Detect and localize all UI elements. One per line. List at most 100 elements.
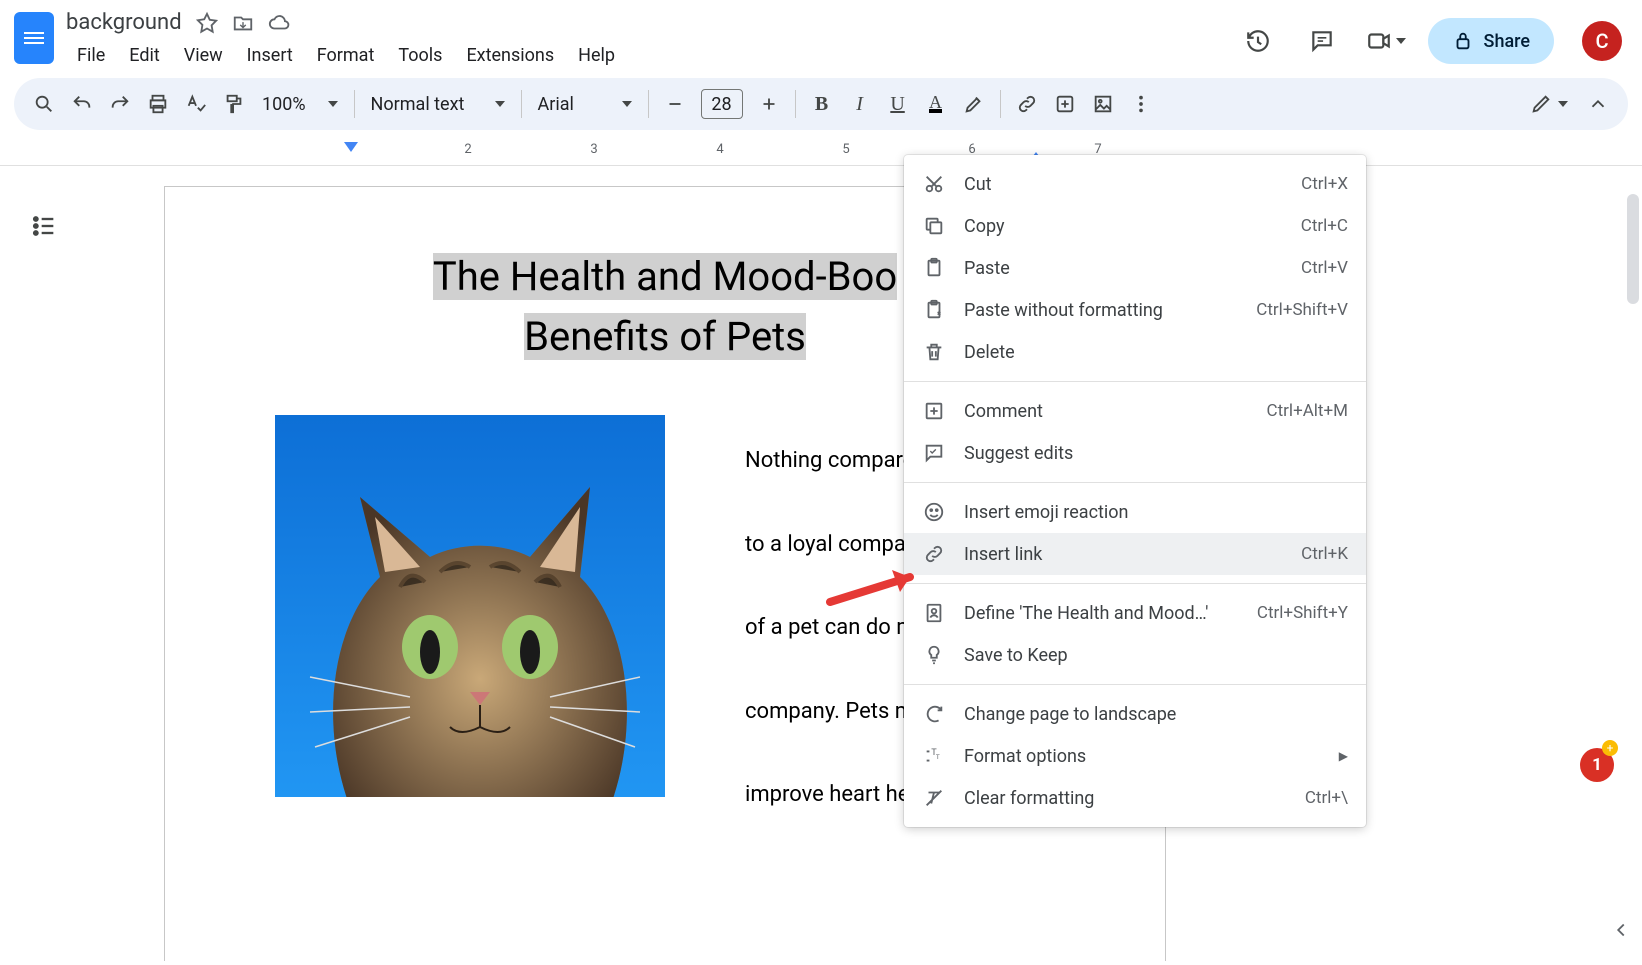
context-menu-item-comment[interactable]: CommentCtrl+Alt+M: [904, 390, 1366, 432]
context-menu-item-clear-fmt[interactable]: Clear formattingCtrl+\: [904, 777, 1366, 819]
spellcheck-icon[interactable]: [178, 86, 214, 122]
context-menu-item-keep[interactable]: Save to Keep: [904, 634, 1366, 676]
zoom-dropdown[interactable]: 100%: [254, 94, 346, 115]
italic-button[interactable]: I: [842, 86, 878, 122]
context-menu-item-link[interactable]: Insert linkCtrl+K: [904, 533, 1366, 575]
highlight-button[interactable]: [956, 86, 992, 122]
context-menu-shortcut: Ctrl+X: [1301, 174, 1348, 194]
paragraph-style-dropdown[interactable]: Normal text: [363, 94, 513, 115]
context-menu-shortcut: Ctrl+K: [1301, 544, 1348, 564]
underline-button[interactable]: U: [880, 86, 916, 122]
insert-link-icon[interactable]: [1009, 86, 1045, 122]
ruler-tick: 5: [842, 142, 849, 157]
context-menu-shortcut: Ctrl+Alt+M: [1267, 401, 1348, 421]
menu-bar: File Edit View Insert Format Tools Exten…: [66, 35, 1236, 70]
star-icon[interactable]: [196, 12, 218, 34]
comments-icon[interactable]: [1300, 19, 1344, 63]
menu-ext[interactable]: Extensions: [455, 41, 565, 70]
redo-icon[interactable]: [102, 86, 138, 122]
emoji-icon: [922, 501, 946, 523]
document-image[interactable]: [275, 415, 665, 797]
context-menu-item-suggest[interactable]: Suggest edits: [904, 432, 1366, 474]
cut-icon: [922, 173, 946, 195]
keep-icon: [922, 644, 946, 666]
delete-icon: [922, 341, 946, 363]
context-menu-item-define[interactable]: Define 'The Health and Mood…'Ctrl+Shift+…: [904, 592, 1366, 634]
editing-mode-dropdown[interactable]: [1530, 93, 1568, 115]
context-menu-label: Suggest edits: [964, 443, 1348, 464]
side-panel-toggle-icon[interactable]: [1606, 915, 1636, 945]
landscape-icon: [922, 703, 946, 725]
format-opts-icon: TT: [922, 745, 946, 767]
context-menu-shortcut: Ctrl+C: [1301, 216, 1348, 236]
print-icon[interactable]: [140, 86, 176, 122]
menu-tools[interactable]: Tools: [387, 41, 453, 70]
menu-file[interactable]: File: [66, 41, 116, 70]
menu-edit[interactable]: Edit: [118, 41, 170, 70]
context-menu-item-delete[interactable]: Delete: [904, 331, 1366, 373]
link-icon: [922, 543, 946, 565]
vertical-scrollbar[interactable]: [1624, 164, 1642, 864]
paste-icon: [922, 257, 946, 279]
font-size-input[interactable]: [701, 89, 743, 119]
more-icon[interactable]: [1123, 86, 1159, 122]
context-menu-label: Comment: [964, 401, 1267, 422]
context-menu-item-format-opts[interactable]: TTFormat options▶: [904, 735, 1366, 777]
increase-font-icon[interactable]: [751, 86, 787, 122]
context-menu-item-paste[interactable]: PasteCtrl+V: [904, 247, 1366, 289]
bold-button[interactable]: B: [804, 86, 840, 122]
meet-icon[interactable]: [1364, 19, 1408, 63]
undo-icon[interactable]: [64, 86, 100, 122]
define-icon: [922, 602, 946, 624]
context-menu-label: Copy: [964, 216, 1301, 237]
ruler-tick: 3: [590, 142, 597, 157]
ruler[interactable]: 2 3 4 5 6 7: [0, 136, 1642, 166]
comment-icon: [922, 400, 946, 422]
context-menu-label: Change page to landscape: [964, 704, 1348, 725]
title-line-2: Benefits of Pets: [524, 313, 806, 360]
context-menu-shortcut: Ctrl+\: [1305, 788, 1348, 808]
doc-title[interactable]: background: [66, 10, 182, 35]
context-menu-item-paste-nf[interactable]: Paste without formattingCtrl+Shift+V: [904, 289, 1366, 331]
context-menu-separator: [904, 482, 1366, 483]
menu-insert[interactable]: Insert: [236, 41, 304, 70]
outline-toggle-icon[interactable]: [24, 206, 64, 246]
collapse-toolbar-icon[interactable]: [1580, 86, 1616, 122]
account-avatar[interactable]: C: [1582, 21, 1622, 61]
context-menu-label: Paste without formatting: [964, 300, 1256, 321]
docs-logo-icon[interactable]: [14, 12, 54, 64]
history-icon[interactable]: [1236, 19, 1280, 63]
menu-view[interactable]: View: [173, 41, 234, 70]
side-notification-plus-icon: +: [1602, 740, 1618, 756]
indent-marker-icon[interactable]: [344, 142, 358, 152]
submenu-arrow-icon: ▶: [1339, 749, 1348, 763]
context-menu-shortcut: Ctrl+V: [1301, 258, 1348, 278]
menu-help[interactable]: Help: [567, 41, 626, 70]
menu-format[interactable]: Format: [306, 41, 386, 70]
zoom-value: 100%: [262, 94, 306, 115]
context-menu-label: Save to Keep: [964, 645, 1348, 666]
title-line-1: The Health and Mood-Boo: [433, 253, 897, 300]
copy-icon: [922, 215, 946, 237]
font-dropdown[interactable]: Arial: [530, 94, 640, 115]
insert-image-icon[interactable]: [1085, 86, 1121, 122]
add-comment-icon[interactable]: [1047, 86, 1083, 122]
style-value: Normal text: [371, 94, 465, 115]
ruler-tick: 4: [716, 142, 723, 157]
search-icon[interactable]: [26, 86, 62, 122]
paint-format-icon[interactable]: [216, 86, 252, 122]
share-button[interactable]: Share: [1428, 18, 1554, 64]
text-color-button[interactable]: A: [918, 86, 954, 122]
share-label: Share: [1484, 31, 1530, 52]
toolbar: 100% Normal text Arial B I U A: [14, 78, 1628, 130]
context-menu-separator: [904, 583, 1366, 584]
context-menu-item-copy[interactable]: CopyCtrl+C: [904, 205, 1366, 247]
context-menu-item-emoji[interactable]: Insert emoji reaction: [904, 491, 1366, 533]
move-icon[interactable]: [232, 12, 254, 34]
context-menu-separator: [904, 684, 1366, 685]
decrease-font-icon[interactable]: [657, 86, 693, 122]
cloud-status-icon[interactable]: [268, 12, 290, 34]
context-menu-item-cut[interactable]: CutCtrl+X: [904, 163, 1366, 205]
context-menu-item-landscape[interactable]: Change page to landscape: [904, 693, 1366, 735]
font-value: Arial: [538, 94, 574, 115]
